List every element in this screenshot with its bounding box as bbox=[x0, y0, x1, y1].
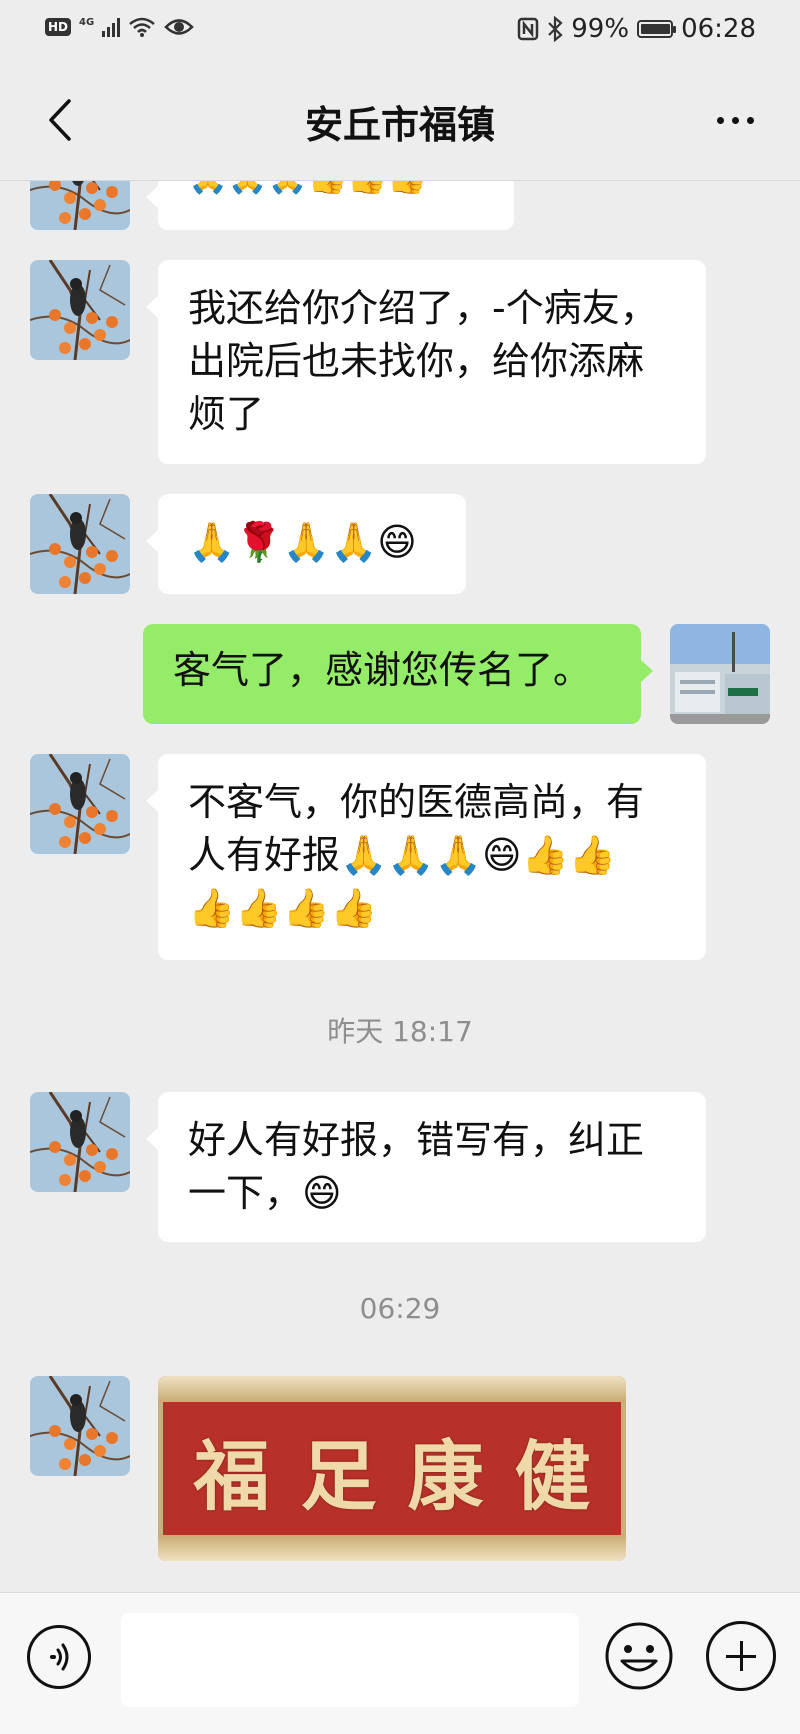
avatar[interactable] bbox=[30, 754, 130, 854]
message-line: 👍👍👍👍 bbox=[188, 886, 378, 930]
timestamp: 06:29 bbox=[359, 1292, 441, 1325]
battery-percent: 99% bbox=[571, 14, 630, 44]
message-bubble[interactable]: 🙏🌹🙏🙏😄 bbox=[146, 494, 466, 594]
battery-icon bbox=[637, 20, 677, 38]
message-bubble[interactable]: 不客气，你的医德高尚，有 人有好报🙏🙏🙏😄👍👍 👍👍👍👍 bbox=[146, 754, 706, 960]
network-type-label: 4G bbox=[79, 16, 95, 28]
message-line: 出院后也未找你，给你添麻 bbox=[188, 339, 645, 383]
more-icon[interactable] bbox=[700, 90, 770, 150]
message-text: 客气了，感谢您传名了。 bbox=[173, 648, 592, 692]
status-time: 06:28 bbox=[681, 14, 756, 44]
avatar[interactable] bbox=[30, 1376, 130, 1476]
message-input[interactable] bbox=[121, 1613, 579, 1707]
eye-icon bbox=[164, 19, 194, 35]
wifi-icon bbox=[129, 17, 155, 37]
plus-icon[interactable] bbox=[706, 1621, 776, 1691]
calligraphy-char: 康 bbox=[407, 1432, 484, 1521]
message-bubble[interactable]: 我还给你介绍了，-个病友， 出院后也未找你，给你添麻 烦了 bbox=[146, 260, 706, 464]
timestamp: 昨天 18:17 bbox=[327, 1015, 473, 1048]
bluetooth-icon bbox=[548, 16, 563, 42]
voice-icon[interactable] bbox=[27, 1625, 91, 1689]
message-line: 好人有好报，错写有，纠正 bbox=[188, 1118, 645, 1162]
message-line: 不客气，你的医德高尚，有 bbox=[188, 780, 645, 824]
calligraphy-char: 足 bbox=[300, 1432, 377, 1521]
self-avatar[interactable] bbox=[670, 624, 770, 724]
message-bubble-outgoing[interactable]: 客气了，感谢您传名了。 bbox=[143, 624, 653, 724]
image-message[interactable]: 福 足 康 健 bbox=[158, 1376, 626, 1561]
hd-icon: HD bbox=[45, 18, 72, 36]
status-left: HD 4G bbox=[45, 16, 194, 38]
input-bar bbox=[0, 1592, 800, 1734]
message-line: 我还给你介绍了，-个病友， bbox=[188, 286, 658, 330]
emoji-icon[interactable] bbox=[604, 1621, 674, 1691]
status-right: 99% 06:28 bbox=[517, 14, 756, 44]
message-line: 人有好报🙏🙏🙏😄👍👍 bbox=[188, 833, 617, 877]
message-text: 🙏🙏🙏👍👍👍 bbox=[188, 158, 428, 196]
avatar[interactable] bbox=[30, 1092, 130, 1192]
image-border-top bbox=[158, 1376, 626, 1402]
avatar[interactable] bbox=[30, 130, 130, 230]
avatar[interactable] bbox=[30, 260, 130, 360]
message-bubble[interactable]: 🙏🙏🙏👍👍👍 bbox=[146, 150, 514, 230]
message-line: 一下，😄 bbox=[188, 1171, 342, 1215]
message-bubble[interactable]: 好人有好报，错写有，纠正 一下，😄 bbox=[146, 1092, 706, 1242]
status-bar: HD 4G 99% 06:28 bbox=[0, 0, 800, 60]
message-line: 烦了 bbox=[188, 392, 265, 436]
avatar[interactable] bbox=[30, 494, 130, 594]
nfc-icon bbox=[518, 17, 539, 41]
calligraphy-image: 福 足 康 健 bbox=[158, 1420, 626, 1521]
calligraphy-char: 健 bbox=[514, 1432, 591, 1521]
calligraphy-char: 福 bbox=[193, 1432, 270, 1521]
message-text: 🙏🌹🙏🙏😄 bbox=[188, 520, 417, 564]
signal-icon bbox=[102, 17, 121, 37]
image-border-bottom bbox=[158, 1535, 626, 1561]
